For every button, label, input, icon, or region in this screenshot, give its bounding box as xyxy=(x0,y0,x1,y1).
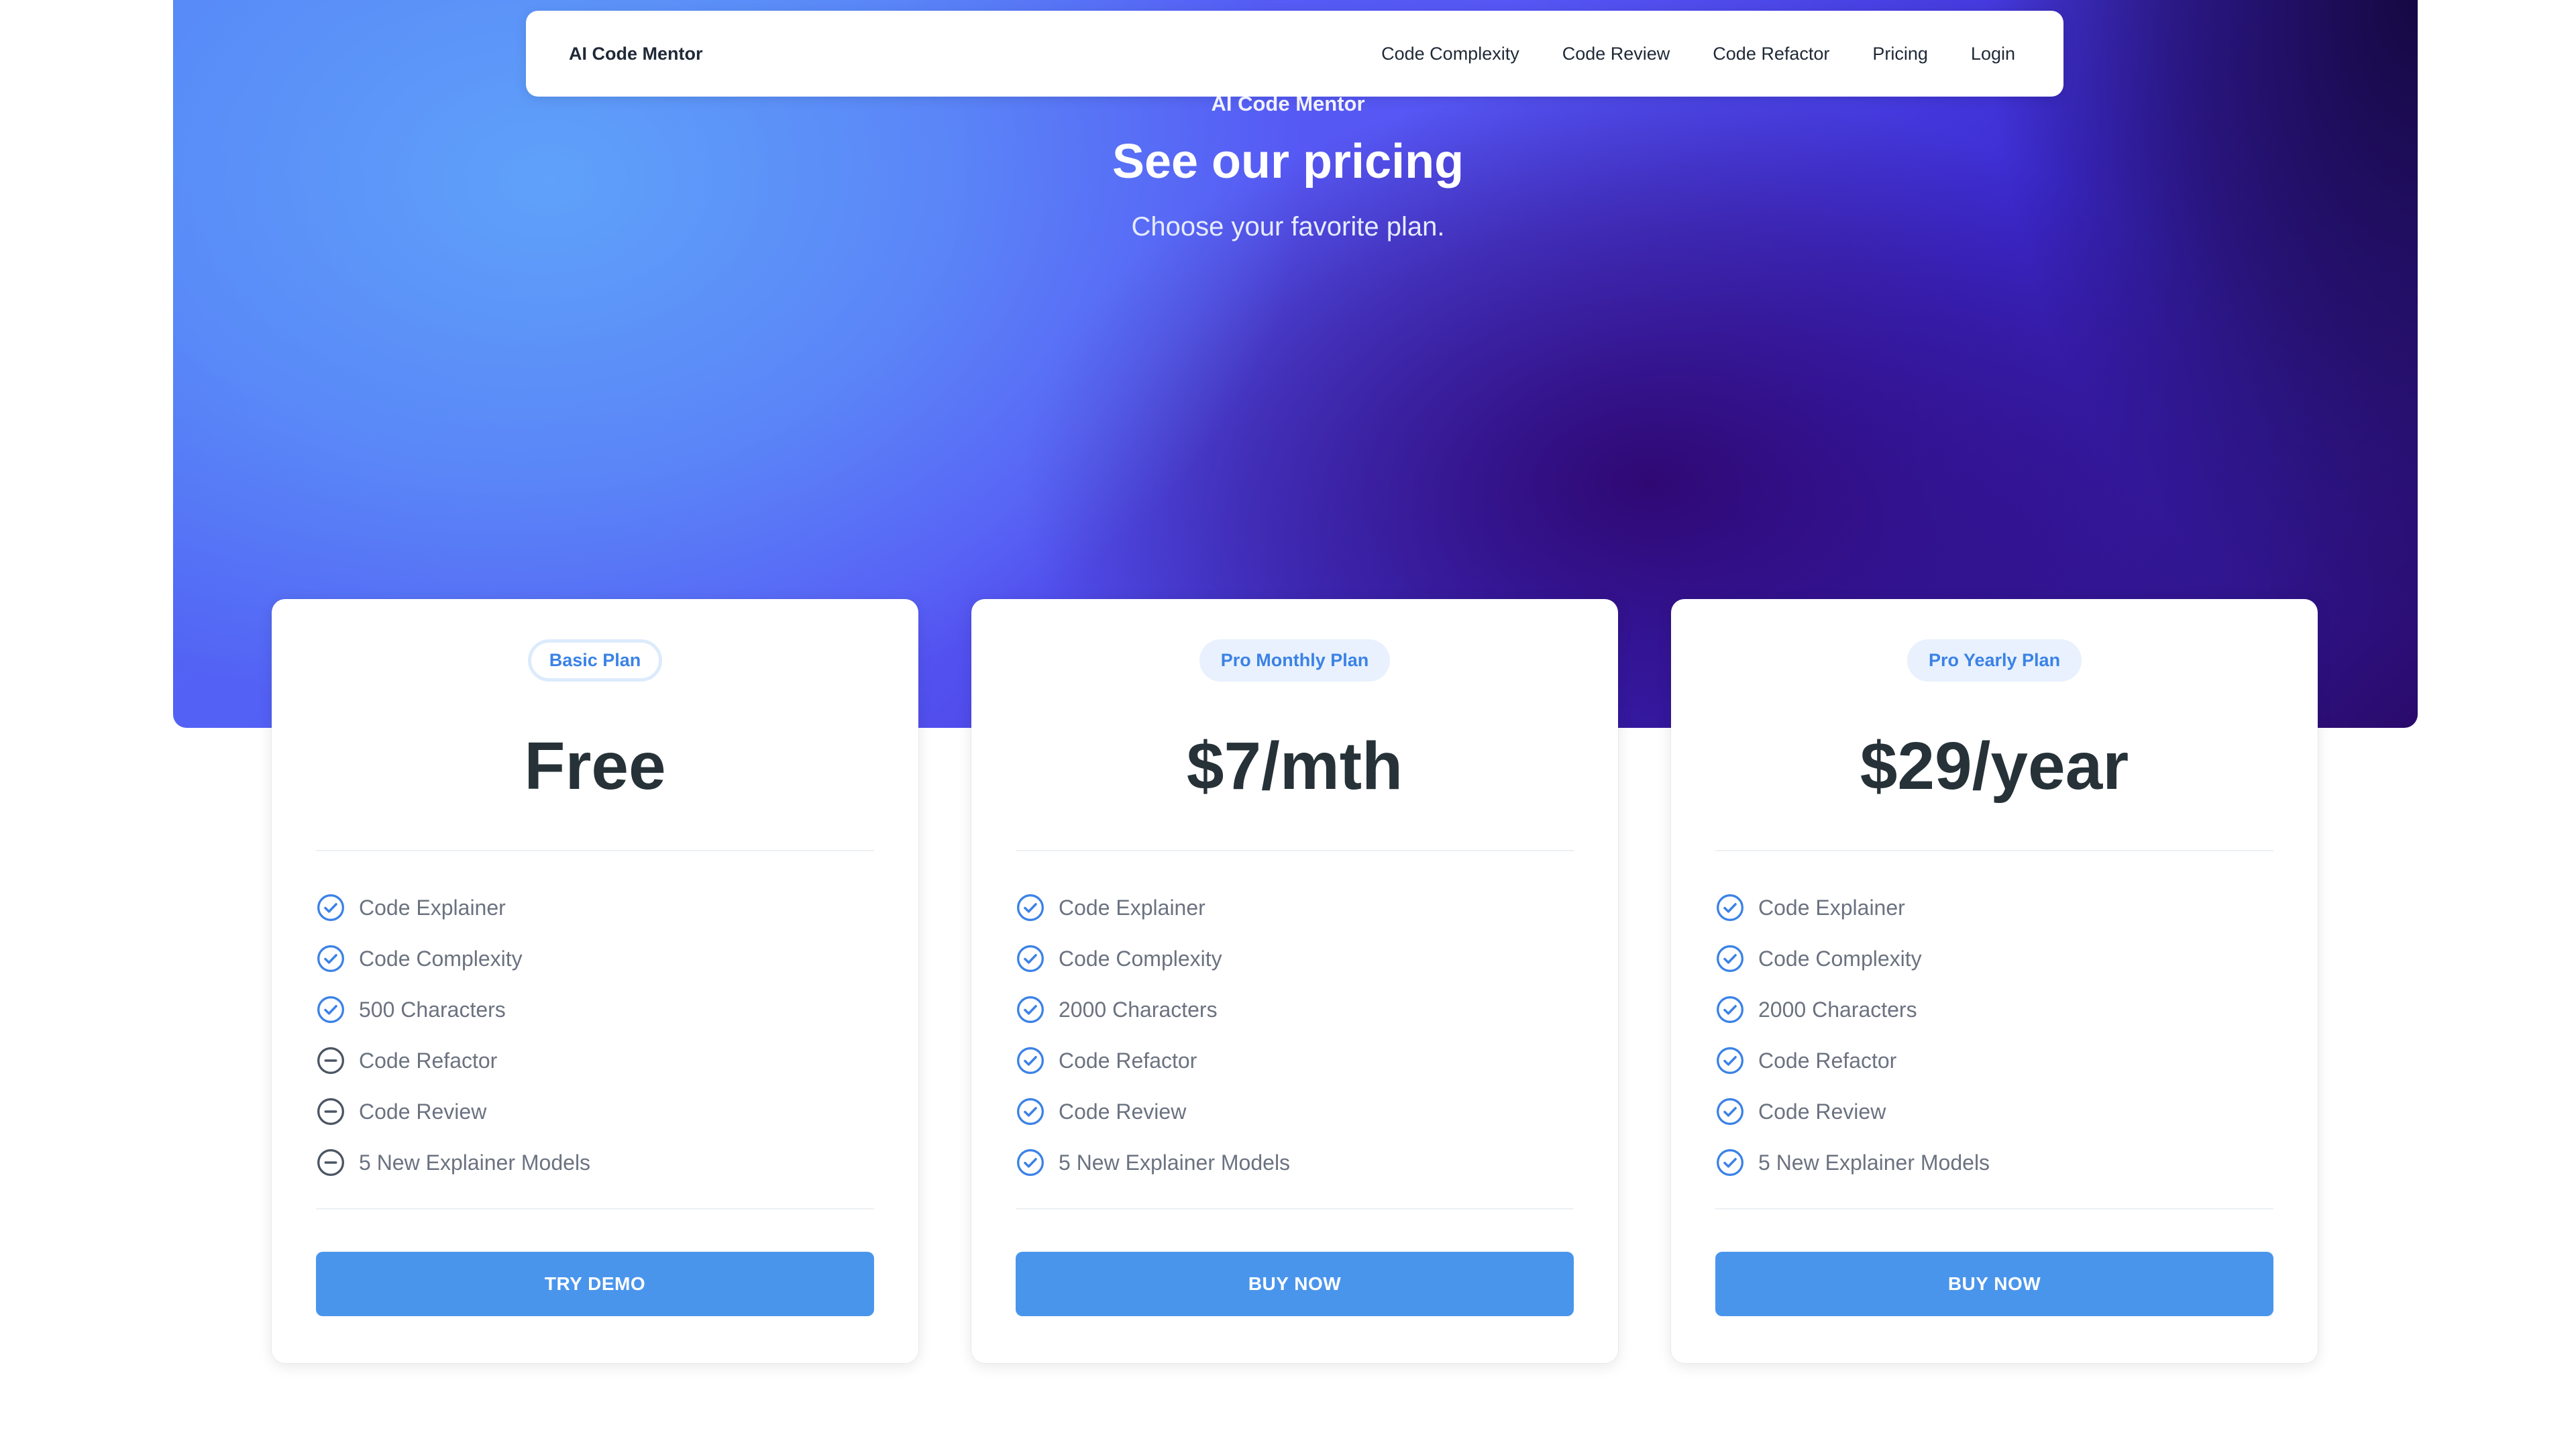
divider xyxy=(1715,850,2273,851)
feature-item: 5 New Explainer Models xyxy=(1715,1137,2273,1188)
check-circle-icon xyxy=(1016,893,1045,922)
feature-label: 5 New Explainer Models xyxy=(359,1150,591,1175)
feature-label: Code Complexity xyxy=(359,946,523,971)
feature-label: Code Complexity xyxy=(1758,946,1922,971)
feature-label: Code Refactor xyxy=(1758,1048,1897,1073)
feature-item: Code Explainer xyxy=(1016,882,1574,933)
divider xyxy=(316,1208,874,1210)
plan-price: Free xyxy=(524,729,666,804)
plan-badge-wrap: Pro Monthly Plan xyxy=(971,639,1618,682)
plan-badge-wrap: Pro Yearly Plan xyxy=(1671,639,2318,682)
nav-link-code-refactor[interactable]: Code Refactor xyxy=(1713,44,1829,64)
feature-label: Code Complexity xyxy=(1059,946,1222,971)
nav-link-code-review[interactable]: Code Review xyxy=(1562,44,1670,64)
feature-label: Code Refactor xyxy=(1059,1048,1197,1073)
plan-price: $29/year xyxy=(1860,729,2129,804)
feature-item: Code Complexity xyxy=(1016,933,1574,984)
feature-label: 500 Characters xyxy=(359,997,506,1022)
check-circle-icon xyxy=(1715,1097,1745,1126)
divider xyxy=(1016,1208,1574,1210)
feature-item: 2000 Characters xyxy=(1715,984,2273,1035)
page-title: See our pricing xyxy=(1112,135,1464,189)
check-circle-icon xyxy=(1016,1046,1045,1075)
check-circle-icon xyxy=(1715,1046,1745,1075)
feature-item: Code Complexity xyxy=(1715,933,2273,984)
feature-label: Code Explainer xyxy=(1758,895,1905,920)
minus-circle-icon xyxy=(316,1046,345,1075)
divider xyxy=(316,850,874,851)
plan-badge: Pro Monthly Plan xyxy=(1199,639,1391,682)
top-navbar: AI Code Mentor Code Complexity Code Revi… xyxy=(526,11,2063,97)
feature-item: Code Refactor xyxy=(1715,1035,2273,1086)
plan-badge: Basic Plan xyxy=(527,639,663,682)
feature-label: Code Review xyxy=(359,1099,487,1124)
plan-price: $7/mth xyxy=(1186,729,1403,804)
feature-item: Code Review xyxy=(1715,1086,2273,1137)
feature-label: Code Explainer xyxy=(359,895,506,920)
feature-item: Code Review xyxy=(316,1086,874,1137)
divider xyxy=(1715,1208,2273,1210)
feature-item: Code Refactor xyxy=(1016,1035,1574,1086)
check-circle-icon xyxy=(1016,995,1045,1024)
nav-link-login[interactable]: Login xyxy=(1971,44,2015,64)
check-circle-icon xyxy=(316,995,345,1024)
feature-label: 5 New Explainer Models xyxy=(1059,1150,1291,1175)
feature-list: Code Explainer Code Complexity 2000 Charac… xyxy=(1715,882,2273,1188)
nav-link-code-complexity[interactable]: Code Complexity xyxy=(1381,44,1519,64)
feature-label: Code Refactor xyxy=(359,1048,498,1073)
minus-circle-icon xyxy=(316,1148,345,1177)
check-circle-icon xyxy=(316,893,345,922)
buy-now-button[interactable]: BUY NOW xyxy=(1715,1252,2273,1316)
feature-label: 2000 Characters xyxy=(1059,997,1218,1022)
check-circle-icon xyxy=(1016,1148,1045,1177)
pricing-card-pro-yearly: Pro Yearly Plan $29/year Code Explainer Cod… xyxy=(1671,599,2318,1363)
check-circle-icon xyxy=(1715,893,1745,922)
feature-item: 500 Characters xyxy=(316,984,874,1035)
check-circle-icon xyxy=(1016,1097,1045,1126)
feature-list: Code Explainer Code Complexity 500 Charact… xyxy=(316,882,874,1188)
page-subtitle: Choose your favorite plan. xyxy=(1131,212,1445,241)
feature-item: Code Explainer xyxy=(316,882,874,933)
plan-badge-wrap: Basic Plan xyxy=(272,639,918,682)
check-circle-icon xyxy=(1715,944,1745,973)
minus-circle-icon xyxy=(316,1097,345,1126)
check-circle-icon xyxy=(1715,1148,1745,1177)
pricing-card-basic: Basic Plan Free Code Explainer Code Complex… xyxy=(272,599,918,1363)
check-circle-icon xyxy=(1715,995,1745,1024)
pricing-card-pro-monthly: Pro Monthly Plan $7/mth Code Explainer Code… xyxy=(971,599,1618,1363)
plan-badge: Pro Yearly Plan xyxy=(1907,639,2082,682)
feature-item: Code Refactor xyxy=(316,1035,874,1086)
brand-logo-text[interactable]: AI Code Mentor xyxy=(569,44,703,64)
check-circle-icon xyxy=(316,944,345,973)
feature-label: 2000 Characters xyxy=(1758,997,1917,1022)
feature-list: Code Explainer Code Complexity 2000 Charac… xyxy=(1016,882,1574,1188)
feature-item: 5 New Explainer Models xyxy=(1016,1137,1574,1188)
feature-item: 5 New Explainer Models xyxy=(316,1137,874,1188)
feature-item: Code Explainer xyxy=(1715,882,2273,933)
try-demo-button[interactable]: TRY DEMO xyxy=(316,1252,874,1316)
buy-now-button[interactable]: BUY NOW xyxy=(1016,1252,1574,1316)
check-circle-icon xyxy=(1016,944,1045,973)
feature-item: Code Review xyxy=(1016,1086,1574,1137)
feature-label: Code Explainer xyxy=(1059,895,1205,920)
nav-links: Code Complexity Code Review Code Refacto… xyxy=(1381,44,2015,64)
feature-label: Code Review xyxy=(1758,1099,1886,1124)
feature-item: Code Complexity xyxy=(316,933,874,984)
feature-label: 5 New Explainer Models xyxy=(1758,1150,1990,1175)
divider xyxy=(1016,850,1574,851)
nav-link-pricing[interactable]: Pricing xyxy=(1872,44,1928,64)
feature-label: Code Review xyxy=(1059,1099,1187,1124)
feature-item: 2000 Characters xyxy=(1016,984,1574,1035)
hero-eyebrow: AI Code Mentor xyxy=(1211,92,1365,115)
